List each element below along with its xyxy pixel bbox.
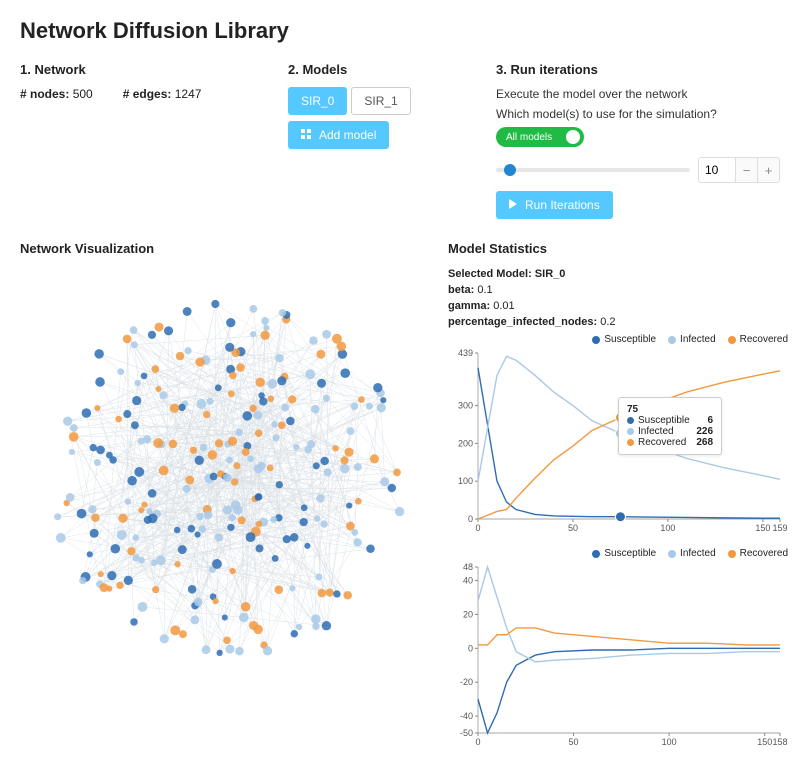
svg-text:100: 100	[662, 737, 677, 747]
selected-model-label: Selected Model: SIR_0	[448, 268, 565, 280]
svg-text:20: 20	[463, 609, 473, 619]
svg-text:-20: -20	[460, 677, 473, 687]
chart-2[interactable]: -50 -40 -20 0 20 40 48 0 50 100 150158	[448, 561, 788, 754]
all-models-toggle[interactable]: All models	[496, 127, 584, 147]
param-pct-infected: percentage_infected_nodes: 0.2	[448, 316, 788, 328]
svg-text:48: 48	[463, 562, 473, 572]
svg-text:150: 150	[755, 523, 770, 533]
run-button-label: Run Iterations	[525, 198, 600, 212]
svg-text:300: 300	[458, 401, 473, 411]
iterations-slider[interactable]	[496, 168, 690, 172]
tab-sir0[interactable]: SIR_0	[288, 87, 347, 115]
decrement-button[interactable]: −	[735, 158, 757, 182]
svg-text:50: 50	[568, 523, 578, 533]
run-question: Which model(s) to use for the simulation…	[496, 107, 780, 121]
run-heading: 3. Run iterations	[496, 62, 780, 77]
legend: Susceptible Infected Recovered	[448, 334, 788, 345]
svg-text:0: 0	[475, 737, 480, 747]
models-heading: 2. Models	[288, 62, 478, 77]
toggle-label: All models	[506, 132, 552, 143]
edges-stat: # edges: 1247	[123, 87, 202, 101]
stats-heading: Model Statistics	[448, 241, 788, 256]
run-desc: Execute the model over the network	[496, 87, 780, 101]
param-gamma: gamma: 0.01	[448, 300, 788, 312]
tab-sir1[interactable]: SIR_1	[351, 87, 410, 115]
toggle-knob	[566, 130, 580, 144]
add-model-label: Add model	[319, 128, 376, 142]
svg-text:158: 158	[772, 737, 787, 747]
svg-text:100: 100	[458, 476, 473, 486]
svg-text:40: 40	[463, 576, 473, 586]
svg-text:150: 150	[757, 737, 772, 747]
chart-tooltip: 75 Susceptible6 Infected226 Recovered268	[618, 397, 722, 455]
page-title: Network Diffusion Library	[20, 18, 780, 44]
svg-text:50: 50	[569, 737, 579, 747]
svg-text:200: 200	[458, 438, 473, 448]
legend-2: Susceptible Infected Recovered	[448, 548, 788, 559]
tooltip-x: 75	[627, 404, 713, 415]
increment-button[interactable]: +	[757, 158, 779, 182]
network-heading: 1. Network	[20, 62, 270, 77]
svg-text:100: 100	[660, 523, 675, 533]
network-graph[interactable]	[20, 268, 430, 688]
grid-icon	[301, 128, 315, 142]
play-icon	[509, 198, 521, 212]
svg-text:-40: -40	[460, 711, 473, 721]
add-model-button[interactable]: Add model	[288, 121, 389, 149]
svg-text:0: 0	[475, 523, 480, 533]
param-beta: beta: 0.1	[448, 284, 788, 296]
iterations-input[interactable]	[699, 159, 735, 181]
vis-heading: Network Visualization	[20, 241, 430, 256]
nodes-stat: # nodes: 500	[20, 87, 93, 101]
svg-text:-50: -50	[460, 728, 473, 738]
svg-text:159: 159	[772, 523, 787, 533]
run-iterations-button[interactable]: Run Iterations	[496, 191, 613, 219]
svg-text:0: 0	[468, 514, 473, 524]
svg-text:0: 0	[468, 643, 473, 653]
slider-thumb[interactable]	[504, 164, 516, 176]
chart-1[interactable]: 0 100 200 300 439 0 50 100 150159 75 Susceptible…	[448, 347, 788, 540]
svg-text:439: 439	[458, 348, 473, 358]
